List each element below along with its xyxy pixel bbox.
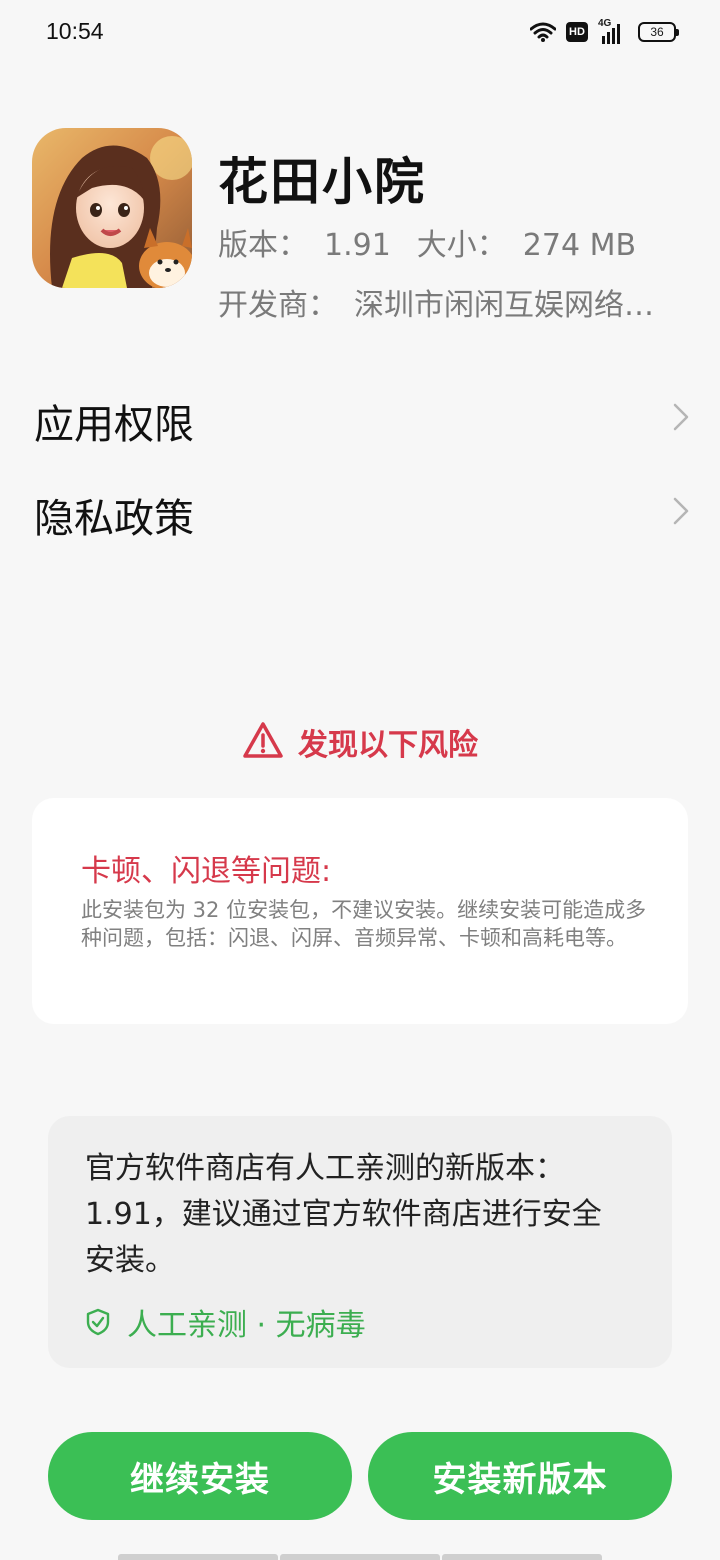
status-icons: HD 4G 36 [530,18,679,46]
verified-text: 人工亲测 · 无病毒 [127,1308,366,1343]
privacy-label: 隐私政策 [34,496,194,542]
size-value: 274 MB [522,228,637,263]
recommend-text: 官方软件商店有人工亲测的新版本：1.91，建议通过官方软件商店进行安全安装。 [85,1151,602,1278]
shield-check-icon [85,1308,111,1336]
recommend-card: 官方软件商店有人工亲测的新版本：1.91，建议通过官方软件商店进行安全安装。 人… [48,1116,672,1368]
battery-icon: 36 [638,22,679,42]
app-name: 花田小院 [218,153,426,211]
risk-card: 卡顿、闪退等问题: 此安装包为 32 位安装包，不建议安装。继续安装可能造成多种… [32,798,688,1024]
verified-badge: 人工亲测 · 无病毒 [85,1300,366,1344]
install-page: 10:54 HD 4G 36 花田小院 版本： 1.91 大小： 274 MB … [0,0,720,1560]
warning-icon [242,721,284,763]
size-label: 大小： [416,228,507,263]
risk-card-title: 卡顿、闪退等问题: [81,854,332,889]
developer-label: 开发商： [218,288,338,323]
continue-install-button[interactable]: 继续安装 [48,1432,352,1520]
app-developer: 开发商： 深圳市闲闲互娱网络… [218,280,678,324]
risk-card-description: 此安装包为 32 位安装包，不建议安装。继续安装可能造成多种问题，包括：闪退、闪… [81,898,647,950]
app-icon [32,128,192,288]
signal-icon: 4G [598,18,628,44]
version-value: 1.91 [324,228,391,263]
status-time: 10:54 [46,18,104,44]
developer-value: 深圳市闲闲互娱网络… [354,288,654,323]
status-bar: 10:54 HD 4G 36 [0,0,720,64]
bottom-bar [118,1554,602,1560]
wifi-icon [530,22,556,42]
row-permissions[interactable]: 应用权限 [0,378,720,458]
battery-level: 36 [650,25,664,39]
version-label: 版本： [218,228,308,263]
chevron-right-icon [672,496,690,530]
permissions-label: 应用权限 [34,402,194,448]
chevron-right-icon [672,402,690,436]
risk-header: 发现以下风险 [0,720,720,764]
app-version-size: 版本： 1.91 大小： 274 MB [218,220,636,264]
row-privacy-policy[interactable]: 隐私政策 [0,472,720,552]
risk-title: 发现以下风险 [298,728,478,763]
hd-icon: HD [566,22,588,42]
install-new-version-button[interactable]: 安装新版本 [368,1432,672,1520]
